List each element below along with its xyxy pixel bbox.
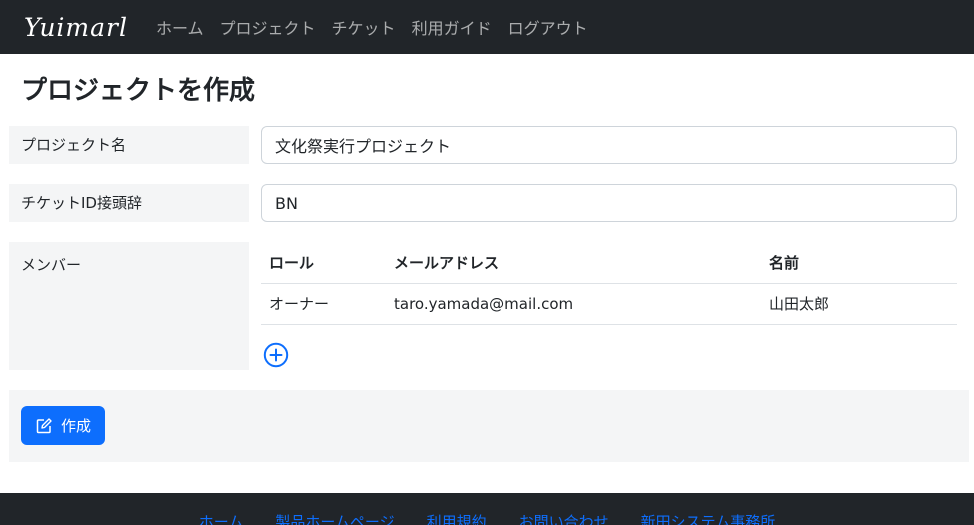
footer: ホーム 製品ホームページ 利用規約 お問い合わせ 新田システム事務所	[0, 493, 974, 525]
brand-logo[interactable]: Yuimarl	[24, 15, 128, 40]
member-role-cell: オーナー	[261, 283, 386, 325]
form-action-bar: 作成	[9, 390, 969, 462]
table-row: オーナー taro.yamada@mail.com 山田太郎	[261, 283, 957, 325]
nav-link-guide[interactable]: 利用ガイド	[412, 15, 492, 39]
footer-link-home[interactable]: ホーム	[199, 511, 244, 525]
ticket-prefix-input[interactable]	[261, 184, 957, 222]
edit-icon	[36, 417, 52, 433]
column-header-role: ロール	[261, 242, 386, 284]
member-email-cell: taro.yamada@mail.com	[386, 283, 761, 325]
top-navbar: Yuimarl ホーム プロジェクト チケット 利用ガイド ログアウト	[0, 0, 974, 54]
member-name-cell: 山田太郎	[761, 283, 957, 325]
members-label: メンバー	[9, 242, 249, 370]
add-member-button[interactable]	[263, 342, 289, 368]
members-table-header: ロール メールアドレス 名前	[261, 242, 957, 284]
nav-link-logout[interactable]: ログアウト	[508, 15, 588, 39]
members-table: ロール メールアドレス 名前 オーナー taro.yamada@mail.com…	[261, 242, 957, 325]
create-button-label: 作成	[60, 417, 91, 435]
footer-link-company[interactable]: 新田システム事務所	[641, 511, 776, 525]
plus-circle-icon	[263, 342, 289, 368]
nav-link-tickets[interactable]: チケット	[332, 15, 396, 39]
nav-link-projects[interactable]: プロジェクト	[220, 15, 316, 39]
nav-link-home[interactable]: ホーム	[156, 15, 204, 39]
page-title: プロジェクトを作成	[21, 76, 256, 106]
column-header-name: 名前	[761, 242, 957, 284]
footer-links: ホーム 製品ホームページ 利用規約 お問い合わせ 新田システム事務所	[0, 511, 974, 525]
project-name-label: プロジェクト名	[9, 126, 249, 164]
create-button[interactable]: 作成	[21, 406, 105, 445]
ticket-prefix-label: チケットID接頭辞	[9, 184, 249, 222]
project-name-input[interactable]	[261, 126, 957, 164]
column-header-email: メールアドレス	[386, 242, 761, 284]
footer-link-contact[interactable]: お問い合わせ	[519, 511, 609, 525]
footer-link-terms[interactable]: 利用規約	[427, 511, 487, 525]
footer-link-product-page[interactable]: 製品ホームページ	[275, 511, 394, 525]
